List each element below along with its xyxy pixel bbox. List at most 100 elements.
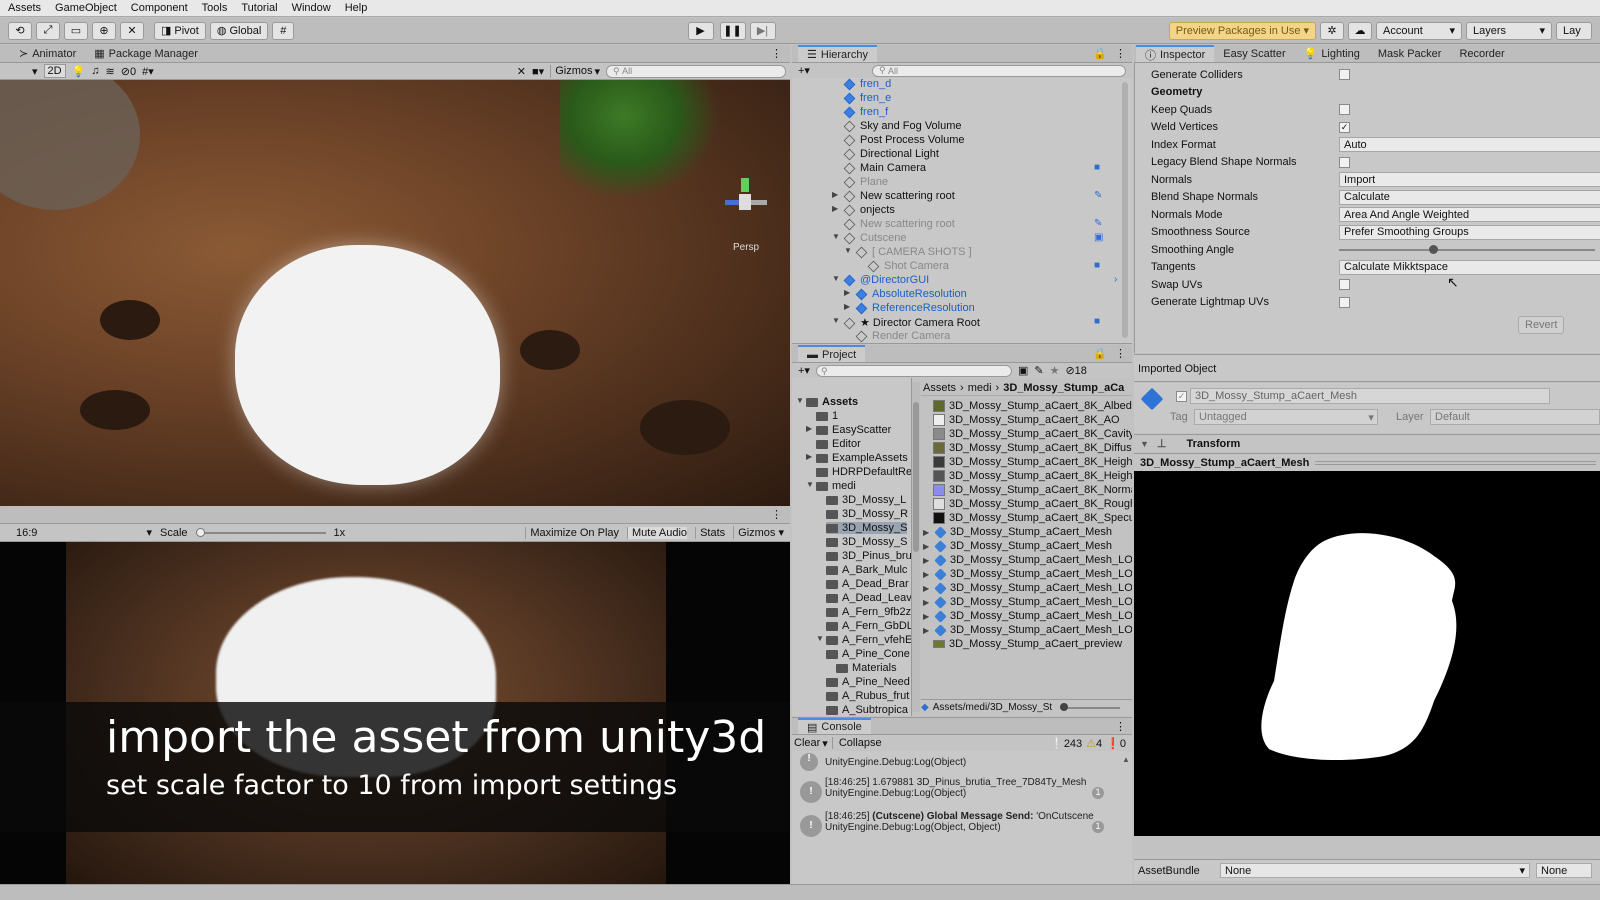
console-entry[interactable]: ! [18:46:25] 1.679881 3D_Pinus_brutia_Tr… bbox=[792, 777, 1122, 807]
project-folder[interactable]: 1 bbox=[816, 410, 838, 422]
foldout-arrow-icon[interactable]: ▶ bbox=[923, 542, 931, 551]
persp-label[interactable]: Persp bbox=[733, 242, 759, 253]
foldout-arrow-icon[interactable]: ▶ bbox=[923, 598, 931, 607]
active-checkbox[interactable]: ✓ bbox=[1176, 391, 1187, 402]
hierarchy-item[interactable]: ▶ onjects bbox=[792, 204, 1122, 218]
lock-icon[interactable]: 🔒 bbox=[1093, 347, 1107, 360]
project-folder[interactable]: 3D_Mossy_R bbox=[826, 508, 908, 520]
layout-dropdown[interactable]: Lay bbox=[1556, 21, 1593, 40]
foldout-arrow-icon[interactable]: ▶ bbox=[844, 288, 854, 297]
foldout-arrow-icon[interactable]: ▼ bbox=[832, 316, 842, 325]
foldout-arrow-icon[interactable]: ▼ bbox=[832, 274, 842, 283]
project-file[interactable]: ▶ 3D_Mossy_Stump_aCaert_Mesh_LOD bbox=[923, 595, 1132, 609]
snap-button[interactable]: # bbox=[272, 21, 295, 40]
foldout-arrow-icon[interactable]: ▶ bbox=[832, 190, 842, 199]
add-dropdown[interactable]: +▾ bbox=[798, 64, 810, 77]
smoothing-angle-slider[interactable] bbox=[1339, 244, 1595, 254]
foldout-arrow-icon[interactable]: ▼ bbox=[832, 232, 842, 241]
row-status-icon[interactable]: ▣ bbox=[1094, 232, 1103, 243]
hierarchy-item[interactable]: ▶ AbsoluteResolution bbox=[792, 288, 1122, 302]
hierarchy-item[interactable]: fren_e bbox=[792, 92, 1122, 106]
hierarchy-item[interactable]: Post Process Volume bbox=[792, 134, 1122, 148]
project-file[interactable]: 3D_Mossy_Stump_aCaert_8K_Specul bbox=[933, 511, 1132, 525]
grid-icon[interactable]: #▾ bbox=[142, 65, 154, 78]
menu-item-window[interactable]: Window bbox=[292, 2, 331, 14]
breadcrumb-item[interactable]: Assets bbox=[923, 382, 956, 394]
gizmos-dropdown[interactable]: Gizmos ▾ bbox=[550, 64, 600, 78]
visibility-icon[interactable]: ⊘0 bbox=[121, 65, 136, 78]
hierarchy-item[interactable]: ▼ ★ Director Camera Root ■ bbox=[792, 316, 1122, 330]
hierarchy-item[interactable]: Plane bbox=[792, 176, 1122, 190]
layers-dropdown[interactable]: Layers ▾ bbox=[1466, 21, 1553, 40]
lock-icon[interactable]: 🔒 bbox=[1093, 47, 1107, 60]
project-folder[interactable]: Materials bbox=[836, 662, 897, 674]
project-file[interactable]: ▶ 3D_Mossy_Stump_aCaert_Mesh bbox=[923, 525, 1112, 539]
project-folder[interactable]: 3D_Mossy_S bbox=[826, 536, 907, 548]
project-folder[interactable]: A_Pine_Need bbox=[826, 676, 910, 688]
aspect-dropdown[interactable]: 16:9 ▾ bbox=[6, 526, 152, 540]
project-file[interactable]: ▶ 3D_Mossy_Stump_aCaert_Mesh_LOD bbox=[923, 609, 1132, 623]
project-file[interactable]: 3D_Mossy_Stump_aCaert_8K_Albedo bbox=[933, 399, 1132, 413]
menu-item-tutorial[interactable]: Tutorial bbox=[241, 2, 277, 14]
project-folder[interactable]: Editor bbox=[816, 438, 861, 450]
menu-item-gameobject[interactable]: GameObject bbox=[55, 2, 117, 14]
row-status-icon[interactable]: ✎ bbox=[1094, 218, 1102, 229]
tab-hierarchy[interactable]: ☰ Hierarchy bbox=[798, 45, 877, 62]
clear-button[interactable]: Clear ▾ bbox=[794, 737, 828, 750]
smoothness-source-dropdown[interactable]: Prefer Smoothing Groups bbox=[1339, 224, 1600, 240]
tag-dropdown[interactable]: Untagged ▾ bbox=[1194, 409, 1378, 425]
row-status-icon[interactable]: ✎ bbox=[1094, 190, 1102, 201]
row-status-icon[interactable]: ■ bbox=[1094, 316, 1100, 327]
hierarchy-item[interactable]: ▶ New scattering root ✎ bbox=[792, 190, 1122, 204]
tab-recorder[interactable]: Recorder bbox=[1450, 45, 1513, 62]
foldout-arrow-icon[interactable]: ▶ bbox=[844, 302, 854, 311]
hand-tool-button[interactable]: ⟲ bbox=[8, 21, 32, 40]
project-folder[interactable]: HDRPDefaultRe bbox=[816, 466, 911, 478]
project-folder[interactable]: A_Rubus_frut bbox=[826, 690, 909, 702]
draw-mode-dropdown[interactable]: ▾ bbox=[32, 65, 38, 78]
tab-project[interactable]: ▬ Project bbox=[798, 345, 866, 362]
project-folder[interactable]: A_Dead_Leav bbox=[826, 592, 911, 604]
console-entry[interactable]: ! [18:46:25] (Cutscene) Global Message S… bbox=[792, 811, 1122, 841]
project-tree-scrollbar[interactable] bbox=[912, 382, 920, 712]
menu-item-tools[interactable]: Tools bbox=[202, 2, 228, 14]
icon-size-slider[interactable] bbox=[1060, 702, 1121, 711]
project-folder[interactable]: EasyScatter bbox=[816, 424, 891, 436]
game-view[interactable]: import the asset from unity3d set scale … bbox=[0, 542, 790, 884]
game-gizmos-dropdown[interactable]: Gizmos ▾ bbox=[733, 526, 784, 539]
hierarchy-item[interactable]: ▼ @DirectorGUI › bbox=[792, 274, 1122, 288]
move-tool-button[interactable]: ⤢ bbox=[36, 21, 60, 40]
hierarchy-item[interactable]: Sky and Fog Volume bbox=[792, 120, 1122, 134]
project-folder[interactable]: medi bbox=[816, 480, 856, 492]
project-file[interactable]: ▶ 3D_Mossy_Stump_aCaert_Mesh_LOD bbox=[923, 553, 1132, 567]
project-folder[interactable]: A_Dead_Brar bbox=[826, 578, 909, 590]
tab-lighting[interactable]: 💡 Lighting bbox=[1295, 45, 1369, 62]
tangents-dropdown[interactable]: Calculate Mikktspace bbox=[1339, 259, 1600, 275]
scene-view[interactable]: Persp bbox=[0, 80, 790, 506]
console-scrollbar[interactable]: ▲ bbox=[1122, 755, 1130, 835]
error-count-toggle[interactable]: ❗0 bbox=[1106, 737, 1126, 750]
project-file[interactable]: 3D_Mossy_Stump_aCaert_8K_Height bbox=[933, 455, 1132, 469]
scale-slider[interactable] bbox=[195, 527, 326, 537]
more-icon[interactable]: ⋮ bbox=[771, 508, 782, 521]
project-file[interactable]: 3D_Mossy_Stump_aCaert_8K_Roughn bbox=[933, 497, 1132, 511]
mesh-preview[interactable] bbox=[1134, 471, 1600, 836]
favorite-icon[interactable]: ★ bbox=[1050, 364, 1060, 377]
global-button[interactable]: ◍ Global bbox=[209, 21, 269, 40]
hierarchy-item[interactable]: ▼[ CAMERA SHOTS ] bbox=[792, 246, 1122, 260]
tools-icon[interactable]: ✕ bbox=[517, 65, 526, 78]
project-file[interactable]: 3D_Mossy_Stump_aCaert_preview bbox=[933, 637, 1122, 651]
hierarchy-item[interactable]: Shot Camera ■ bbox=[792, 260, 1122, 274]
project-folder[interactable]: ExampleAssets bbox=[816, 452, 908, 464]
project-folder[interactable]: Assets bbox=[806, 396, 858, 408]
project-file[interactable]: ▶ 3D_Mossy_Stump_aCaert_Mesh_LOD bbox=[923, 581, 1132, 595]
foldout-arrow-icon[interactable]: ▶ bbox=[923, 612, 931, 621]
warning-count-toggle[interactable]: ⚠4 bbox=[1086, 737, 1102, 750]
settings-button[interactable]: ✲ bbox=[1320, 21, 1345, 40]
breadcrumb-item[interactable]: 3D_Mossy_Stump_aCa bbox=[1003, 382, 1124, 394]
foldout-arrow-icon[interactable]: ▶ bbox=[923, 528, 931, 537]
create-dropdown[interactable]: +▾ bbox=[798, 364, 810, 377]
foldout-arrow-icon[interactable]: ▶ bbox=[806, 452, 816, 461]
generate-lightmap-uvs-checkbox[interactable] bbox=[1339, 296, 1350, 308]
menu-item-help[interactable]: Help bbox=[345, 2, 368, 14]
